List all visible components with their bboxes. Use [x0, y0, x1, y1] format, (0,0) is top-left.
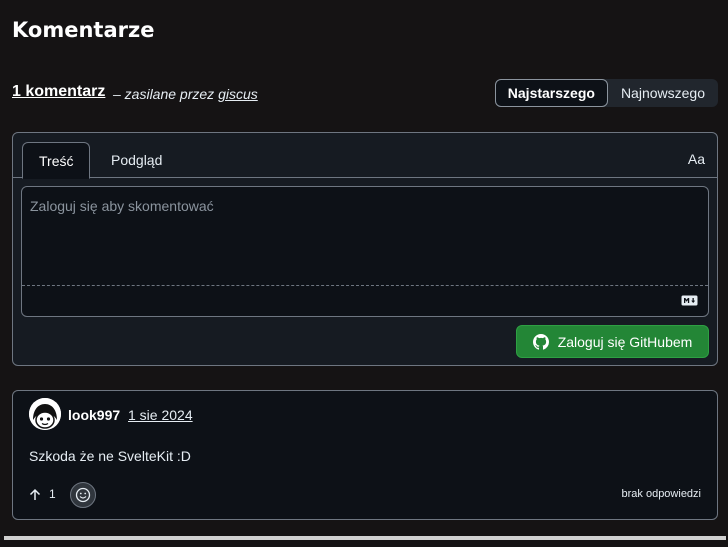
page-title: Komentarze — [12, 18, 155, 42]
tab-preview[interactable]: Podgląd — [95, 142, 178, 179]
github-login-button[interactable]: Zaloguj się GitHubem — [516, 325, 709, 358]
arrow-up-icon — [29, 488, 41, 500]
sort-newest-button[interactable]: Najnowszego — [608, 79, 718, 107]
comment-input[interactable]: Zaloguj się aby skomentować — [21, 186, 709, 317]
comment-editor: Treść Podgląd Aa Zaloguj się aby skoment… — [12, 132, 718, 366]
textarea-divider — [22, 285, 708, 286]
markdown-icon — [681, 295, 698, 306]
replies-status: brak odpowiedzi — [621, 488, 702, 500]
github-icon — [532, 333, 549, 350]
upvote-button[interactable]: 1 — [29, 487, 56, 501]
sort-oldest-button[interactable]: Najstarszego — [494, 79, 608, 107]
comment-card: look997 1 sie 2024 Szkoda że ne SvelteKi… — [12, 390, 718, 520]
comment-input-placeholder: Zaloguj się aby skomentować — [30, 198, 214, 214]
comment-author[interactable]: look997 — [68, 407, 120, 423]
add-reaction-button[interactable] — [70, 482, 96, 508]
comments-meta: 1 komentarz – zasilane przez giscus Najs… — [12, 79, 718, 108]
avatar[interactable] — [29, 398, 61, 430]
comment-count-link[interactable]: 1 komentarz — [12, 83, 105, 101]
sort-toggle: Najstarszego Najnowszego — [494, 79, 718, 107]
editor-tabs: Treść Podgląd Aa — [13, 133, 717, 179]
powered-by: – zasilane przez giscus — [113, 86, 258, 102]
github-login-label: Zaloguj się GitHubem — [557, 333, 693, 350]
avatar-image — [29, 398, 61, 430]
giscus-link[interactable]: giscus — [218, 86, 258, 102]
comment-date[interactable]: 1 sie 2024 — [128, 407, 193, 423]
comment-body: Szkoda że ne SvelteKit :D — [29, 448, 191, 464]
upvote-count: 1 — [49, 487, 56, 501]
smiley-icon — [75, 487, 91, 503]
font-size-toggle[interactable]: Aa — [688, 151, 705, 167]
page-bottom-divider — [4, 536, 726, 540]
tab-write[interactable]: Treść — [22, 142, 91, 179]
powered-by-text: – zasilane przez — [113, 86, 215, 102]
